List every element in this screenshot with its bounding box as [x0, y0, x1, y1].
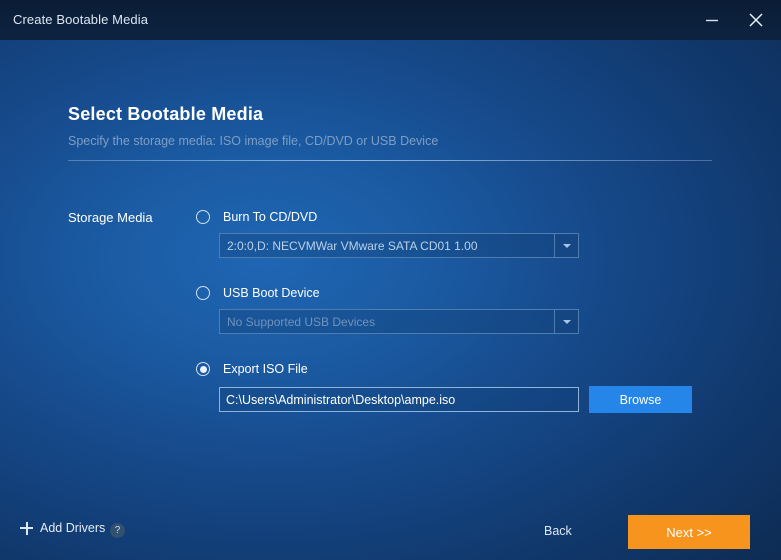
radio-label-usb-boot-device: USB Boot Device: [223, 286, 320, 300]
storage-media-label: Storage Media: [68, 210, 153, 225]
add-drivers-label: Add Drivers: [40, 521, 106, 535]
help-icon[interactable]: ?: [110, 523, 125, 538]
window-title: Create Bootable Media: [13, 12, 149, 27]
back-button[interactable]: Back: [544, 524, 572, 538]
minimize-icon: [706, 19, 718, 22]
radio-icon-export-iso-file: [196, 362, 210, 376]
usb-device-dropdown[interactable]: No Supported USB Devices: [219, 309, 579, 334]
radio-burn-to-cd-dvd[interactable]: Burn To CD/DVD: [196, 208, 317, 226]
header-divider: [68, 160, 712, 161]
chevron-down-icon[interactable]: [554, 310, 578, 333]
titlebar: Create Bootable Media: [0, 0, 781, 40]
usb-device-value: No Supported USB Devices: [227, 314, 376, 329]
iso-path-value: C:\Users\Administrator\Desktop\ampe.iso: [226, 392, 456, 407]
iso-path-input[interactable]: C:\Users\Administrator\Desktop\ampe.iso: [219, 387, 579, 412]
page-title: Select Bootable Media: [68, 104, 264, 124]
radio-usb-boot-device[interactable]: USB Boot Device: [196, 284, 320, 302]
radio-label-burn-to-cd-dvd: Burn To CD/DVD: [223, 210, 318, 224]
cd-dvd-device-value: 2:0:0,D: NECVMWar VMware SATA CD01 1.00: [227, 238, 478, 253]
plus-icon: [20, 521, 33, 535]
close-icon: [749, 13, 763, 27]
create-bootable-media-window: Create Bootable Media Select Bootable Me…: [0, 0, 781, 560]
minimize-button[interactable]: [690, 0, 734, 40]
add-drivers-button[interactable]: Add Drivers: [20, 521, 105, 535]
page-subtitle: Specify the storage media: ISO image fil…: [68, 134, 439, 148]
browse-button[interactable]: Browse: [589, 386, 692, 413]
radio-label-export-iso-file: Export ISO File: [223, 362, 308, 376]
close-button[interactable]: [734, 0, 778, 40]
next-button[interactable]: Next >>: [628, 515, 750, 549]
radio-icon-burn-to-cd-dvd: [196, 210, 210, 224]
radio-export-iso-file[interactable]: Export ISO File: [196, 360, 308, 378]
chevron-down-icon[interactable]: [554, 234, 578, 257]
cd-dvd-device-dropdown[interactable]: 2:0:0,D: NECVMWar VMware SATA CD01 1.00: [219, 233, 579, 258]
radio-icon-usb-boot-device: [196, 286, 210, 300]
